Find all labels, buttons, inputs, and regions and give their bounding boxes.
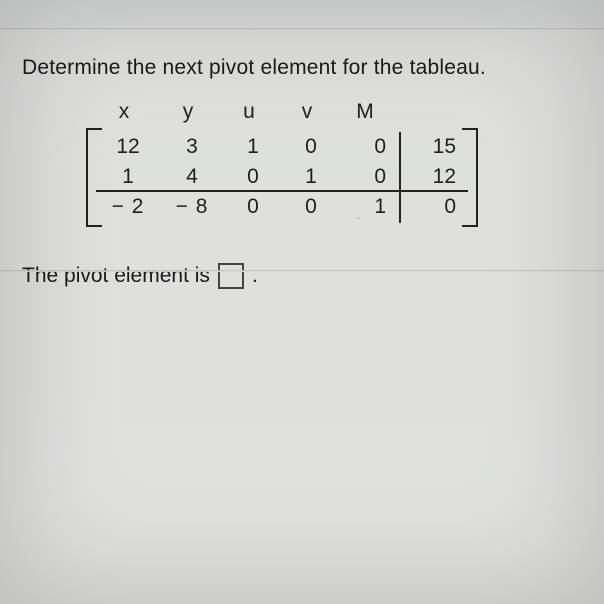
- col-header: x: [92, 100, 156, 124]
- table-cell: − 2: [96, 192, 160, 223]
- table-cell: 0: [282, 132, 340, 162]
- rhs-separator: [399, 132, 401, 223]
- col-header: v: [278, 100, 336, 124]
- section-divider: [0, 270, 604, 272]
- table-cell: − 8: [160, 192, 224, 223]
- question-text: Determine the next pivot element for the…: [22, 56, 582, 80]
- tableau-headers: x y u v M: [92, 100, 482, 124]
- table-cell: 1: [282, 162, 340, 192]
- simplex-tableau: x y u v M 12 3 1 0 0 15 1 4 0 1: [92, 100, 482, 227]
- answer-prompt-text: The pivot element is: [22, 264, 210, 288]
- table-cell: .1: [340, 192, 398, 223]
- table-cell: 12: [398, 162, 468, 192]
- photo-vignette: [0, 0, 604, 604]
- objective-row-separator: [96, 190, 468, 192]
- table-cell: 1: [224, 132, 282, 162]
- col-header: y: [156, 100, 220, 124]
- table-cell: 0: [398, 192, 468, 223]
- col-header: u: [220, 100, 278, 124]
- matrix: 12 3 1 0 0 15 1 4 0 1 0 12 − 2 − 8 0 0 .…: [92, 128, 472, 227]
- table-cell: 12: [96, 132, 160, 162]
- table-cell: 0: [340, 132, 398, 162]
- matrix-grid: 12 3 1 0 0 15 1 4 0 1 0 12 − 2 − 8 0 0 .…: [92, 128, 472, 227]
- table-cell: 15: [398, 132, 468, 162]
- table-cell: 0: [340, 162, 398, 192]
- col-header: M: [336, 100, 394, 124]
- table-cell: 0: [224, 192, 282, 223]
- table-cell: 4: [160, 162, 224, 192]
- col-header: [394, 100, 464, 124]
- table-cell: 3: [160, 132, 224, 162]
- table-cell: 1: [96, 162, 160, 192]
- answer-prompt-suffix: .: [252, 264, 258, 288]
- pivot-element-input[interactable]: [218, 263, 244, 289]
- table-cell: 0: [224, 162, 282, 192]
- table-cell: 0: [282, 192, 340, 223]
